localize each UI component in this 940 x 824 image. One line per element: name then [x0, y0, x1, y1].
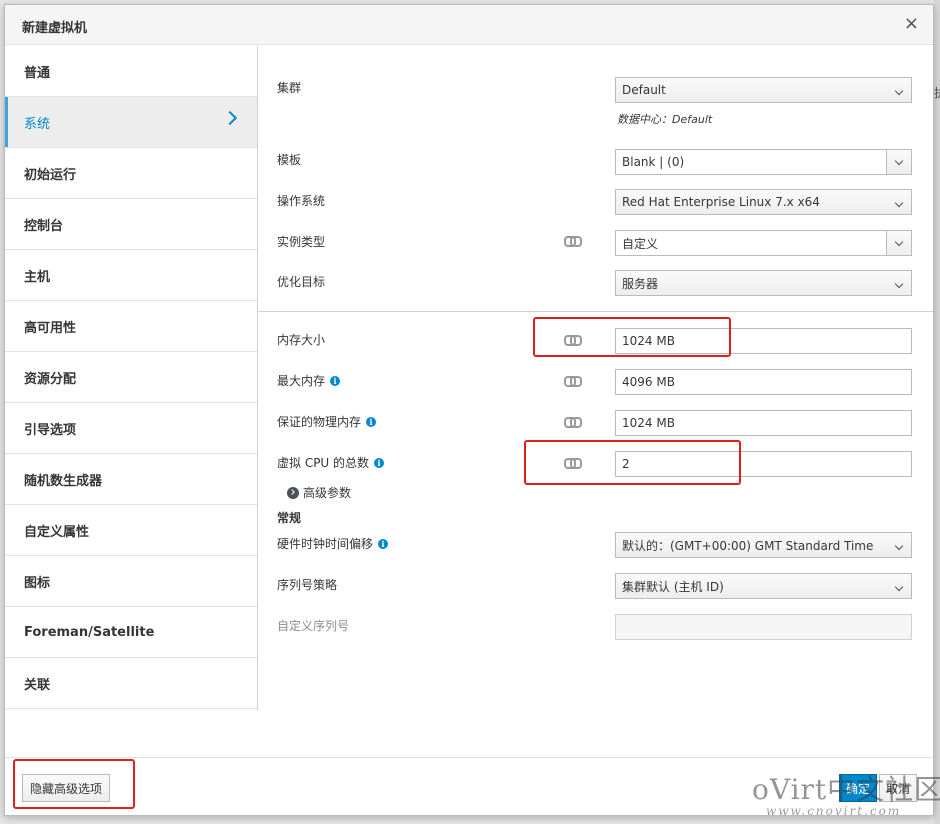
info-icon[interactable]: i	[374, 458, 385, 468]
custom-serial-label: 自定义序列号	[277, 619, 350, 633]
max-memory-label-text: 最大内存	[277, 374, 326, 388]
sidebar-item-general[interactable]: 普通	[5, 46, 257, 97]
instance-type-label: 实例类型	[277, 235, 326, 249]
os-value: Red Hat Enterprise Linux 7.x x64	[622, 195, 820, 209]
chevron-right-icon	[222, 110, 238, 126]
general-section-heading: 常规	[277, 511, 302, 525]
sidebar-item-affinity[interactable]: 关联	[5, 658, 257, 709]
chevron-down-icon	[894, 156, 904, 166]
cancel-button[interactable]: 取消	[879, 774, 917, 802]
template-value: Blank | (0)	[622, 155, 685, 169]
chevron-down-icon	[894, 86, 904, 96]
backdrop-glyph: 执	[934, 84, 940, 101]
sidebar-nav: 普通 系统 初始运行 控制台 主机 高可用性 资源分配 引导选项 随机数生成器 …	[5, 46, 258, 710]
link-icon[interactable]	[564, 236, 582, 247]
os-label: 操作系统	[277, 194, 326, 208]
backdrop-edge	[934, 0, 940, 824]
hw-clock-value: 默认的：(GMT+00:00) GMT Standard Time	[622, 538, 874, 553]
sidebar-item-resource-allocation[interactable]: 资源分配	[5, 352, 257, 403]
chevron-right-icon	[287, 486, 299, 499]
os-select[interactable]: Red Hat Enterprise Linux 7.x x64	[615, 189, 912, 215]
datacenter-note: 数据中心：Default	[617, 113, 713, 126]
chevron-down-icon	[894, 198, 904, 208]
template-select[interactable]: Blank | (0)	[615, 149, 912, 175]
sidebar-item-label: 引导选项	[24, 422, 77, 438]
custom-serial-input	[615, 614, 912, 640]
hw-clock-label-text: 硬件时钟时间偏移	[277, 537, 374, 551]
sidebar-item-label: 主机	[24, 269, 51, 285]
sidebar-item-custom-properties[interactable]: 自定义属性	[5, 505, 257, 556]
vcpu-label-text: 虚拟 CPU 的总数	[277, 456, 370, 470]
info-icon[interactable]: i	[366, 417, 377, 427]
link-icon[interactable]	[564, 376, 582, 387]
guaranteed-memory-label: 保证的物理内存 i	[277, 413, 377, 430]
vcpu-label: 虚拟 CPU 的总数 i	[277, 454, 385, 471]
template-label: 模板	[277, 153, 302, 167]
hw-clock-label: 硬件时钟时间偏移 i	[277, 535, 389, 552]
chevron-down-icon	[894, 541, 904, 551]
sidebar-item-icon[interactable]: 图标	[5, 556, 257, 607]
guaranteed-memory-label-text: 保证的物理内存	[277, 415, 362, 429]
instance-type-value: 自定义	[622, 236, 659, 251]
sidebar-item-rng[interactable]: 随机数生成器	[5, 454, 257, 505]
sidebar-item-label: 图标	[24, 575, 51, 591]
cluster-select[interactable]: Default	[615, 77, 912, 103]
sidebar-item-foreman-satellite[interactable]: Foreman/Satellite	[5, 607, 257, 658]
chevron-down-icon	[894, 237, 904, 247]
advanced-params-toggle[interactable]: 高级参数	[287, 484, 351, 501]
dialog-title: 新建虚拟机	[22, 21, 88, 36]
chevron-down-icon	[894, 279, 904, 289]
instance-type-select[interactable]: 自定义	[615, 230, 912, 256]
cluster-value: Default	[622, 83, 666, 97]
optimize-value: 服务器	[622, 276, 659, 291]
sidebar-item-label: 随机数生成器	[24, 473, 103, 489]
cluster-label: 集群	[277, 81, 302, 95]
new-vm-dialog: 新建虚拟机 × 普通 系统 初始运行 控制台 主机 高可用性 资源分配 引导选项…	[4, 4, 934, 816]
sidebar-item-label: 关联	[24, 677, 51, 693]
sidebar-item-system[interactable]: 系统	[5, 97, 257, 148]
close-icon[interactable]: ×	[904, 13, 919, 34]
info-icon[interactable]: i	[378, 539, 389, 549]
serial-policy-label: 序列号策略	[277, 578, 338, 592]
system-tab-panel: 集群 Default 数据中心：Default 模板 Blank | (0) 操…	[259, 46, 933, 710]
memory-label: 内存大小	[277, 333, 326, 347]
sidebar-item-label: Foreman/Satellite	[24, 624, 155, 640]
dialog-header: 新建虚拟机 ×	[5, 5, 933, 45]
guaranteed-memory-value: 1024 MB	[622, 416, 675, 430]
link-icon[interactable]	[564, 417, 582, 428]
chevron-down-icon	[894, 582, 904, 592]
sidebar-item-boot-options[interactable]: 引导选项	[5, 403, 257, 454]
max-memory-value: 4096 MB	[622, 375, 675, 389]
info-icon[interactable]: i	[330, 376, 341, 386]
highlight-memory	[533, 317, 731, 357]
guaranteed-memory-input[interactable]: 1024 MB	[615, 410, 912, 436]
sidebar-item-console[interactable]: 控制台	[5, 199, 257, 250]
highlight-vcpu	[524, 440, 741, 485]
serial-policy-value: 集群默认 (主机 ID)	[622, 579, 724, 594]
optimize-label: 优化目标	[277, 275, 326, 289]
sidebar-item-label: 控制台	[24, 218, 64, 234]
template-dropdown-button[interactable]	[886, 150, 911, 174]
sidebar-item-host[interactable]: 主机	[5, 250, 257, 301]
hw-clock-select[interactable]: 默认的：(GMT+00:00) GMT Standard Time	[615, 532, 912, 558]
sidebar-item-label: 自定义属性	[24, 524, 90, 540]
serial-policy-select[interactable]: 集群默认 (主机 ID)	[615, 573, 912, 599]
advanced-params-label: 高级参数	[303, 486, 352, 500]
instance-type-dropdown-button[interactable]	[886, 231, 911, 255]
highlight-hide-advanced	[13, 759, 135, 809]
sidebar-item-label: 普通	[24, 65, 51, 81]
sidebar-item-high-availability[interactable]: 高可用性	[5, 301, 257, 352]
sidebar-item-label: 高可用性	[24, 320, 77, 336]
max-memory-input[interactable]: 4096 MB	[615, 369, 912, 395]
sidebar-item-label: 初始运行	[24, 167, 77, 183]
max-memory-label: 最大内存 i	[277, 372, 341, 389]
dialog-footer: 隐藏高级选项 确定 取消	[5, 757, 933, 815]
optimize-select[interactable]: 服务器	[615, 270, 912, 296]
sidebar-item-label: 系统	[24, 116, 51, 132]
section-divider	[259, 311, 933, 312]
sidebar-item-initial-run[interactable]: 初始运行	[5, 148, 257, 199]
sidebar-item-label: 资源分配	[24, 371, 77, 387]
ok-button[interactable]: 确定	[839, 774, 877, 802]
